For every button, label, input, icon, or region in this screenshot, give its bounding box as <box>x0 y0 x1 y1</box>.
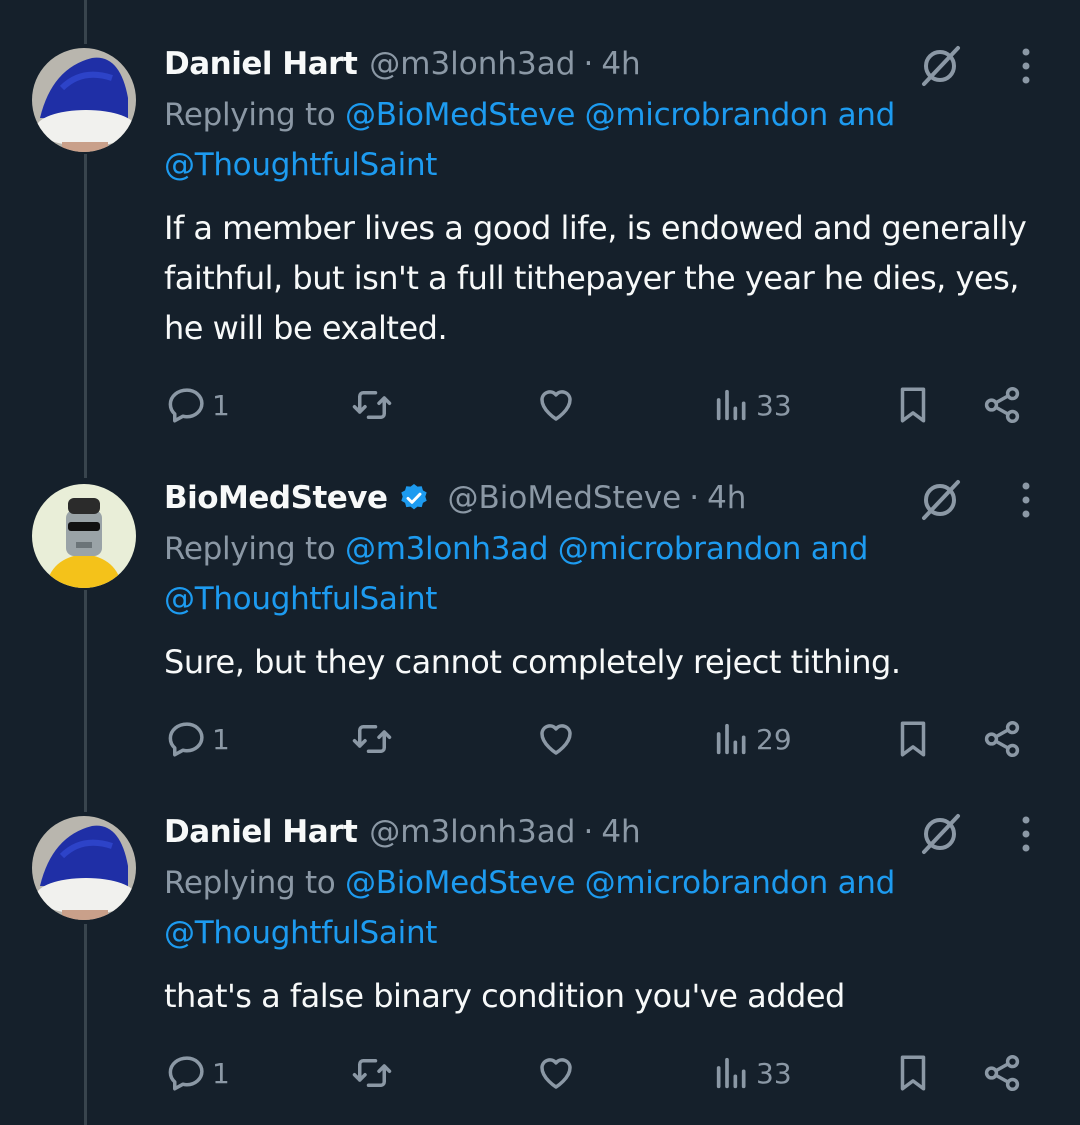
user-handle[interactable]: @m3lonh3ad <box>369 814 575 850</box>
share-icon <box>984 386 1020 424</box>
bookmark-button[interactable] <box>892 1048 934 1098</box>
bookmark-icon <box>900 387 926 423</box>
grok-icon[interactable] <box>918 478 962 522</box>
more-icon[interactable] <box>1012 480 1040 520</box>
mention-link[interactable]: @microbrandon <box>585 97 829 133</box>
heart-icon <box>540 724 572 755</box>
mention-link[interactable]: @ThoughtfulSaint <box>164 147 437 183</box>
action-bar: 1 29 <box>0 714 1080 764</box>
action-bar: 1 33 <box>0 380 1080 430</box>
grok-icon[interactable] <box>918 812 962 856</box>
view-count: 33 <box>756 1056 792 1090</box>
display-name[interactable]: Daniel Hart <box>164 46 358 82</box>
retweet-button[interactable] <box>350 380 394 430</box>
mention-link[interactable]: @BioMedSteve <box>345 865 575 901</box>
user-handle[interactable]: @BioMedSteve <box>448 480 682 516</box>
mention-and[interactable]: and <box>838 865 896 901</box>
thread-line <box>84 0 87 44</box>
tweet-text: that's a false binary condition you've a… <box>164 977 845 1015</box>
bookmark-button[interactable] <box>892 714 934 764</box>
replying-prefix: Replying to <box>164 865 336 901</box>
retweet-button[interactable] <box>350 714 394 764</box>
tweet-text: If a member lives a good life, is endowe… <box>164 209 1027 347</box>
reply-icon <box>168 1056 204 1091</box>
separator: · <box>583 46 594 82</box>
share-icon <box>984 720 1020 758</box>
tweet-header: Daniel Hart @m3lonh3ad · 4h <box>164 40 641 88</box>
retweet-icon <box>352 391 392 419</box>
tweet-header: Daniel Hart @m3lonh3ad · 4h <box>164 808 641 856</box>
view-count: 33 <box>756 388 792 422</box>
reply-button[interactable]: 1 <box>166 714 230 764</box>
view-count: 29 <box>756 722 792 756</box>
like-button[interactable] <box>534 714 578 764</box>
reply-icon <box>168 722 204 757</box>
mention-link[interactable]: @m3lonh3ad <box>345 531 549 567</box>
mention-link[interactable]: @ThoughtfulSaint <box>164 581 437 617</box>
reply-button[interactable]: 1 <box>166 1048 230 1098</box>
bookmark-icon <box>900 721 926 757</box>
mention-and[interactable]: and <box>811 531 869 567</box>
timestamp[interactable]: 4h <box>601 814 640 850</box>
reply-count: 1 <box>212 1056 230 1090</box>
share-button[interactable] <box>980 714 1024 764</box>
avatar[interactable] <box>32 816 136 920</box>
display-name[interactable]: Daniel Hart <box>164 814 358 850</box>
more-icon[interactable] <box>1012 46 1040 86</box>
replying-prefix: Replying to <box>164 531 336 567</box>
like-button[interactable] <box>534 1048 578 1098</box>
views-button[interactable]: 33 <box>712 1048 792 1098</box>
heart-icon <box>540 390 572 421</box>
retweet-icon <box>352 1059 392 1087</box>
like-button[interactable] <box>534 380 578 430</box>
bookmark-icon <box>900 1055 926 1091</box>
mention-link[interactable]: @microbrandon <box>558 531 802 567</box>
views-button[interactable]: 33 <box>712 380 792 430</box>
verified-badge-icon <box>400 484 427 510</box>
share-button[interactable] <box>980 380 1024 430</box>
separator: · <box>689 480 700 516</box>
replying-to: Replying to @BioMedSteve @microbrandon a… <box>164 858 1044 958</box>
share-icon <box>984 1054 1020 1092</box>
mention-link[interactable]: @BioMedSteve <box>345 97 575 133</box>
reply-button[interactable]: 1 <box>166 380 230 430</box>
timestamp[interactable]: 4h <box>601 46 640 82</box>
views-icon <box>716 1057 746 1089</box>
bookmark-button[interactable] <box>892 380 934 430</box>
avatar[interactable] <box>32 48 136 152</box>
display-name[interactable]: BioMedSteve <box>164 480 388 516</box>
separator: · <box>583 814 594 850</box>
mention-link[interactable]: @ThoughtfulSaint <box>164 915 437 951</box>
tweet-text: Sure, but they cannot completely reject … <box>164 643 901 681</box>
reply-count: 1 <box>212 722 230 756</box>
timestamp[interactable]: 4h <box>707 480 746 516</box>
replying-to: Replying to @m3lonh3ad @microbrandon and… <box>164 524 1044 624</box>
reply-count: 1 <box>212 388 230 422</box>
replying-prefix: Replying to <box>164 97 336 133</box>
reply-icon <box>168 388 204 423</box>
user-handle[interactable]: @m3lonh3ad <box>369 46 575 82</box>
more-icon[interactable] <box>1012 814 1040 854</box>
grok-icon[interactable] <box>918 44 962 88</box>
views-icon <box>716 723 746 755</box>
avatar[interactable] <box>32 484 136 588</box>
replying-to: Replying to @BioMedSteve @microbrandon a… <box>164 90 1044 190</box>
retweet-icon <box>352 725 392 753</box>
share-button[interactable] <box>980 1048 1024 1098</box>
heart-icon <box>540 1058 572 1089</box>
thread-line <box>84 590 87 812</box>
views-button[interactable]: 29 <box>712 714 792 764</box>
tweet-header: BioMedSteve @BioMedSteve · 4h <box>164 474 746 522</box>
mention-and[interactable]: and <box>838 97 896 133</box>
mention-link[interactable]: @microbrandon <box>585 865 829 901</box>
retweet-button[interactable] <box>350 1048 394 1098</box>
views-icon <box>716 389 746 421</box>
action-bar: 1 33 <box>0 1048 1080 1098</box>
